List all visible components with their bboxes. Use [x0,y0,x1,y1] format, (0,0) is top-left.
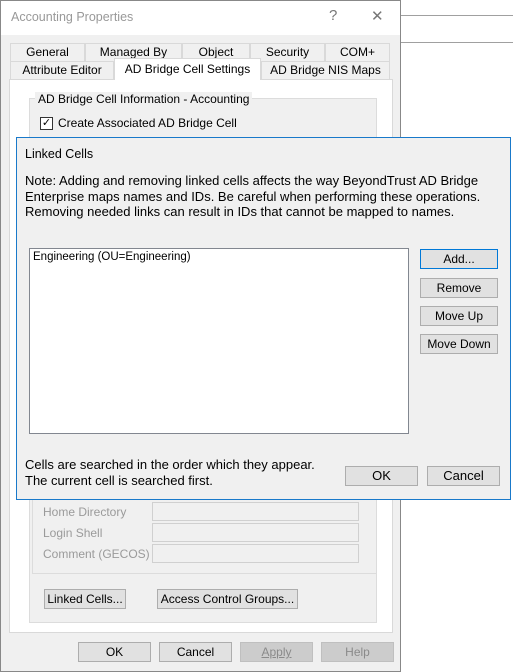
home-directory-field[interactable] [152,502,359,521]
ok-button[interactable]: OK [78,642,151,662]
background-window-line [400,42,513,43]
apply-button[interactable]: Apply [240,642,313,662]
tab-ad-bridge-nis-maps[interactable]: AD Bridge NIS Maps [261,61,390,79]
help-icon[interactable]: ? [329,7,337,24]
tab-general[interactable]: General [10,43,85,61]
footer-line: The current cell is searched first. [25,472,213,488]
note-text: Note: Adding and removing linked cells a… [25,173,481,219]
linked-cells-button[interactable]: Linked Cells... [44,589,126,609]
dialog-ok-button[interactable]: OK [345,466,418,486]
comment-gecos-field[interactable] [152,544,359,563]
checkbox-label: Create Associated AD Bridge Cell [58,116,237,130]
help-button[interactable]: Help [321,642,394,662]
tab-attribute-editor[interactable]: Attribute Editor [10,61,114,79]
dialog-cancel-button[interactable]: Cancel [427,466,500,486]
move-up-button[interactable]: Move Up [420,306,498,326]
move-down-button[interactable]: Move Down [420,334,498,354]
footer-line: Cells are searched in the order which th… [25,457,315,472]
remove-button[interactable]: Remove [420,278,498,298]
search-order-text: Cells are searched in the order which th… [25,457,315,488]
cancel-button[interactable]: Cancel [159,642,232,662]
window-title: Accounting Properties [11,10,134,24]
background-window-line [400,15,513,16]
linked-cells-dialog: Linked Cells Note: Adding and removing l… [16,137,511,500]
group-title: AD Bridge Cell Information - Accounting [35,92,253,106]
login-shell-field[interactable] [152,523,359,542]
add-button[interactable]: Add... [420,249,498,269]
create-cell-checkbox[interactable]: ✓ Create Associated AD Bridge Cell [40,116,237,130]
list-item[interactable]: Engineering (OU=Engineering) [30,249,408,265]
title-bar: Accounting Properties ? ✕ [1,1,400,35]
access-control-groups-button[interactable]: Access Control Groups... [157,589,298,609]
comment-gecos-label: Comment (GECOS) [43,547,150,561]
tab-com-plus[interactable]: COM+ [325,43,390,61]
home-directory-label: Home Directory [43,505,127,519]
checkbox-checked-icon: ✓ [40,116,53,130]
tab-security[interactable]: Security [250,43,325,61]
login-shell-label: Login Shell [43,526,103,540]
close-icon[interactable]: ✕ [371,7,384,25]
linked-cells-list[interactable]: Engineering (OU=Engineering) [29,248,409,434]
dialog-title: Linked Cells [25,147,94,161]
tab-ad-bridge-cell-settings[interactable]: AD Bridge Cell Settings [114,58,261,80]
